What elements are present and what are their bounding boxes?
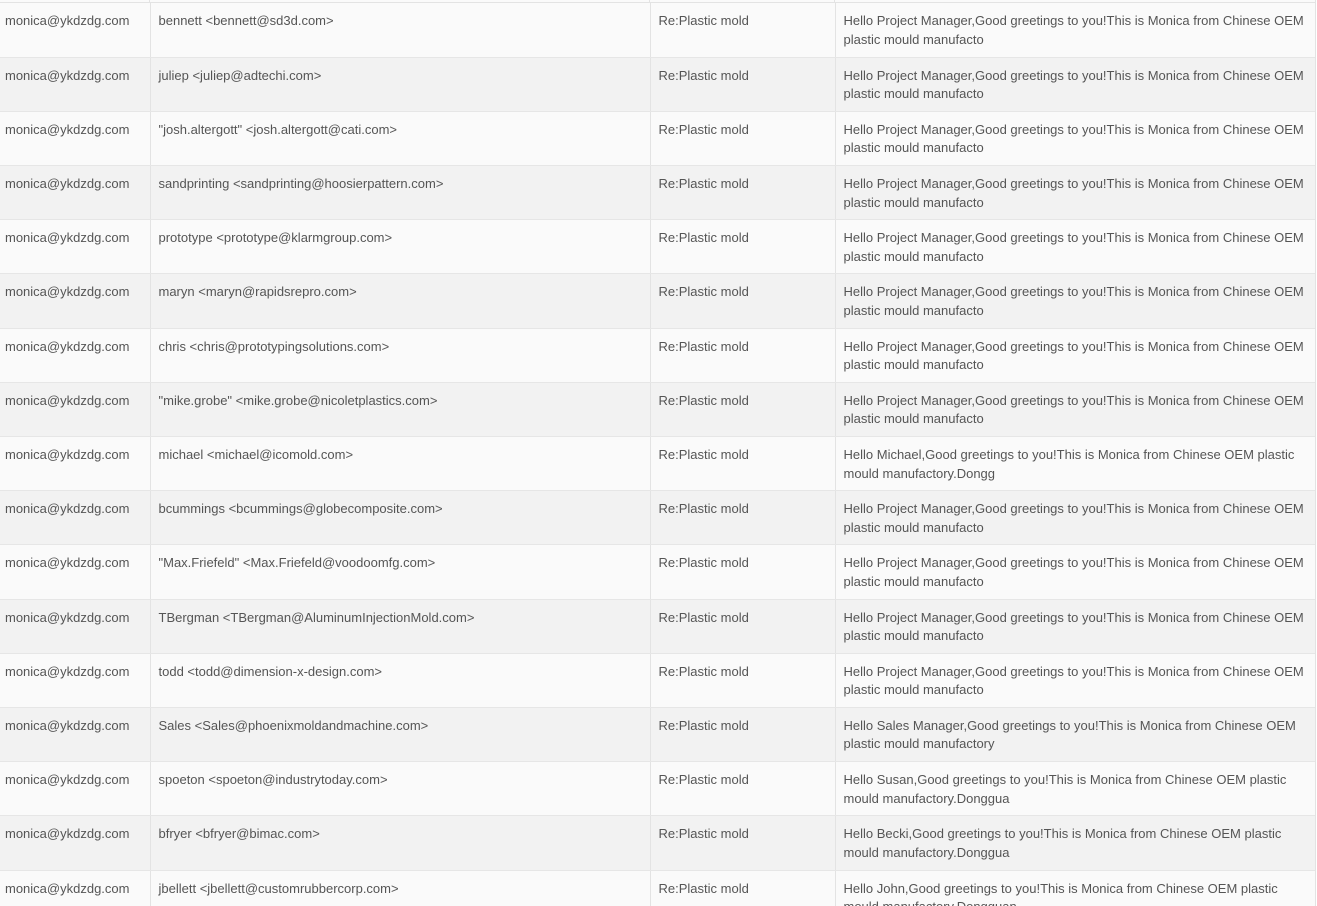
body-preview-cell: Hello Michael,Good greetings to you!This… <box>835 436 1315 492</box>
table-row[interactable]: monica@ykdzdg.com sandprinting <sandprin… <box>0 165 1315 221</box>
from-cell: monica@ykdzdg.com <box>0 761 151 817</box>
table-row[interactable]: monica@ykdzdg.com Sales <Sales@phoenixmo… <box>0 707 1315 763</box>
subject-cell: Re:Plastic mold <box>650 111 836 167</box>
from-cell: monica@ykdzdg.com <box>0 436 151 492</box>
subject-cell: Re:Plastic mold <box>650 57 836 112</box>
subject-cell: Re:Plastic mold <box>650 165 836 221</box>
body-preview-cell: Hello Project Manager,Good greetings to … <box>835 490 1315 546</box>
table-row[interactable]: monica@ykdzdg.com chris <chris@prototypi… <box>0 328 1315 383</box>
from-cell: monica@ykdzdg.com <box>0 815 151 871</box>
from-cell: monica@ykdzdg.com <box>0 3 151 58</box>
table-row[interactable]: monica@ykdzdg.com todd <todd@dimension-x… <box>0 653 1315 708</box>
table-body: monica@ykdzdg.com bennett <bennett@sd3d.… <box>0 3 1315 906</box>
to-cell: sandprinting <sandprinting@hoosierpatter… <box>150 165 651 221</box>
from-cell: monica@ykdzdg.com <box>0 707 151 763</box>
to-cell: todd <todd@dimension-x-design.com> <box>150 653 651 708</box>
subject-cell: Re:Plastic mold <box>650 436 836 492</box>
body-preview-cell: Hello Project Manager,Good greetings to … <box>835 219 1315 275</box>
from-cell: monica@ykdzdg.com <box>0 328 151 383</box>
to-cell: TBergman <TBergman@AluminumInjectionMold… <box>150 599 651 654</box>
subject-cell: Re:Plastic mold <box>650 815 836 871</box>
from-cell: monica@ykdzdg.com <box>0 273 151 329</box>
body-preview-cell: Hello Susan,Good greetings to you!This i… <box>835 761 1315 817</box>
table-row[interactable]: monica@ykdzdg.com michael <michael@icomo… <box>0 436 1315 492</box>
table-row[interactable]: monica@ykdzdg.com prototype <prototype@k… <box>0 219 1315 275</box>
table-row[interactable]: monica@ykdzdg.com maryn <maryn@rapidsrep… <box>0 273 1315 329</box>
to-cell: spoeton <spoeton@industrytoday.com> <box>150 761 651 817</box>
to-cell: Sales <Sales@phoenixmoldandmachine.com> <box>150 707 651 763</box>
body-preview-cell: Hello Project Manager,Good greetings to … <box>835 273 1315 329</box>
to-cell: juliep <juliep@adtechi.com> <box>150 57 651 112</box>
subject-cell: Re:Plastic mold <box>650 273 836 329</box>
from-cell: monica@ykdzdg.com <box>0 165 151 221</box>
body-preview-cell: Hello Project Manager,Good greetings to … <box>835 328 1315 383</box>
top-edge-to <box>150 0 650 2</box>
subject-cell: Re:Plastic mold <box>650 870 836 906</box>
subject-cell: Re:Plastic mold <box>650 382 836 438</box>
top-edge-subject <box>650 0 835 2</box>
from-cell: monica@ykdzdg.com <box>0 57 151 112</box>
subject-cell: Re:Plastic mold <box>650 3 836 58</box>
subject-cell: Re:Plastic mold <box>650 544 836 600</box>
subject-cell: Re:Plastic mold <box>650 761 836 817</box>
table-row[interactable]: monica@ykdzdg.com bcummings <bcummings@g… <box>0 490 1315 546</box>
to-cell: maryn <maryn@rapidsrepro.com> <box>150 273 651 329</box>
to-cell: jbellett <jbellett@customrubbercorp.com> <box>150 870 651 906</box>
subject-cell: Re:Plastic mold <box>650 219 836 275</box>
body-preview-cell: Hello Project Manager,Good greetings to … <box>835 653 1315 708</box>
table-row[interactable]: monica@ykdzdg.com "mike.grobe" <mike.gro… <box>0 382 1315 438</box>
table-row[interactable]: monica@ykdzdg.com juliep <juliep@adtechi… <box>0 57 1315 112</box>
body-preview-cell: Hello John,Good greetings to you!This is… <box>835 870 1315 906</box>
top-edge-from <box>0 0 150 2</box>
to-cell: "Max.Friefeld" <Max.Friefeld@voodoomfg.c… <box>150 544 651 600</box>
table-row[interactable]: monica@ykdzdg.com bfryer <bfryer@bimac.c… <box>0 815 1315 871</box>
to-cell: chris <chris@prototypingsolutions.com> <box>150 328 651 383</box>
body-preview-cell: Hello Project Manager,Good greetings to … <box>835 165 1315 221</box>
from-cell: monica@ykdzdg.com <box>0 653 151 708</box>
from-cell: monica@ykdzdg.com <box>0 219 151 275</box>
body-preview-cell: Hello Project Manager,Good greetings to … <box>835 599 1315 654</box>
table-row[interactable]: monica@ykdzdg.com bennett <bennett@sd3d.… <box>0 3 1315 58</box>
table-row[interactable]: monica@ykdzdg.com "josh.altergott" <josh… <box>0 111 1315 167</box>
from-cell: monica@ykdzdg.com <box>0 599 151 654</box>
table-row[interactable]: monica@ykdzdg.com spoeton <spoeton@indus… <box>0 761 1315 817</box>
body-preview-cell: Hello Project Manager,Good greetings to … <box>835 57 1315 112</box>
to-cell: "mike.grobe" <mike.grobe@nicoletplastics… <box>150 382 651 438</box>
email-table: monica@ykdzdg.com bennett <bennett@sd3d.… <box>0 3 1315 906</box>
table-row[interactable]: monica@ykdzdg.com "Max.Friefeld" <Max.Fr… <box>0 544 1315 600</box>
body-preview-cell: Hello Project Manager,Good greetings to … <box>835 544 1315 600</box>
from-cell: monica@ykdzdg.com <box>0 490 151 546</box>
subject-cell: Re:Plastic mold <box>650 707 836 763</box>
body-preview-cell: Hello Becki,Good greetings to you!This i… <box>835 815 1315 871</box>
to-cell: bcummings <bcummings@globecomposite.com> <box>150 490 651 546</box>
table-row[interactable]: monica@ykdzdg.com TBergman <TBergman@Alu… <box>0 599 1315 654</box>
to-cell: bfryer <bfryer@bimac.com> <box>150 815 651 871</box>
subject-cell: Re:Plastic mold <box>650 599 836 654</box>
from-cell: monica@ykdzdg.com <box>0 382 151 438</box>
to-cell: bennett <bennett@sd3d.com> <box>150 3 651 58</box>
to-cell: "josh.altergott" <josh.altergott@cati.co… <box>150 111 651 167</box>
body-preview-cell: Hello Project Manager,Good greetings to … <box>835 3 1315 58</box>
top-edge-body <box>835 0 1315 2</box>
from-cell: monica@ykdzdg.com <box>0 544 151 600</box>
from-cell: monica@ykdzdg.com <box>0 870 151 906</box>
to-cell: prototype <prototype@klarmgroup.com> <box>150 219 651 275</box>
subject-cell: Re:Plastic mold <box>650 328 836 383</box>
email-log-table: monica@ykdzdg.com bennett <bennett@sd3d.… <box>0 0 1316 906</box>
body-preview-cell: Hello Project Manager,Good greetings to … <box>835 382 1315 438</box>
from-cell: monica@ykdzdg.com <box>0 111 151 167</box>
subject-cell: Re:Plastic mold <box>650 490 836 546</box>
table-row[interactable]: monica@ykdzdg.com jbellett <jbellett@cus… <box>0 870 1315 906</box>
subject-cell: Re:Plastic mold <box>650 653 836 708</box>
body-preview-cell: Hello Project Manager,Good greetings to … <box>835 111 1315 167</box>
body-preview-cell: Hello Sales Manager,Good greetings to yo… <box>835 707 1315 763</box>
to-cell: michael <michael@icomold.com> <box>150 436 651 492</box>
